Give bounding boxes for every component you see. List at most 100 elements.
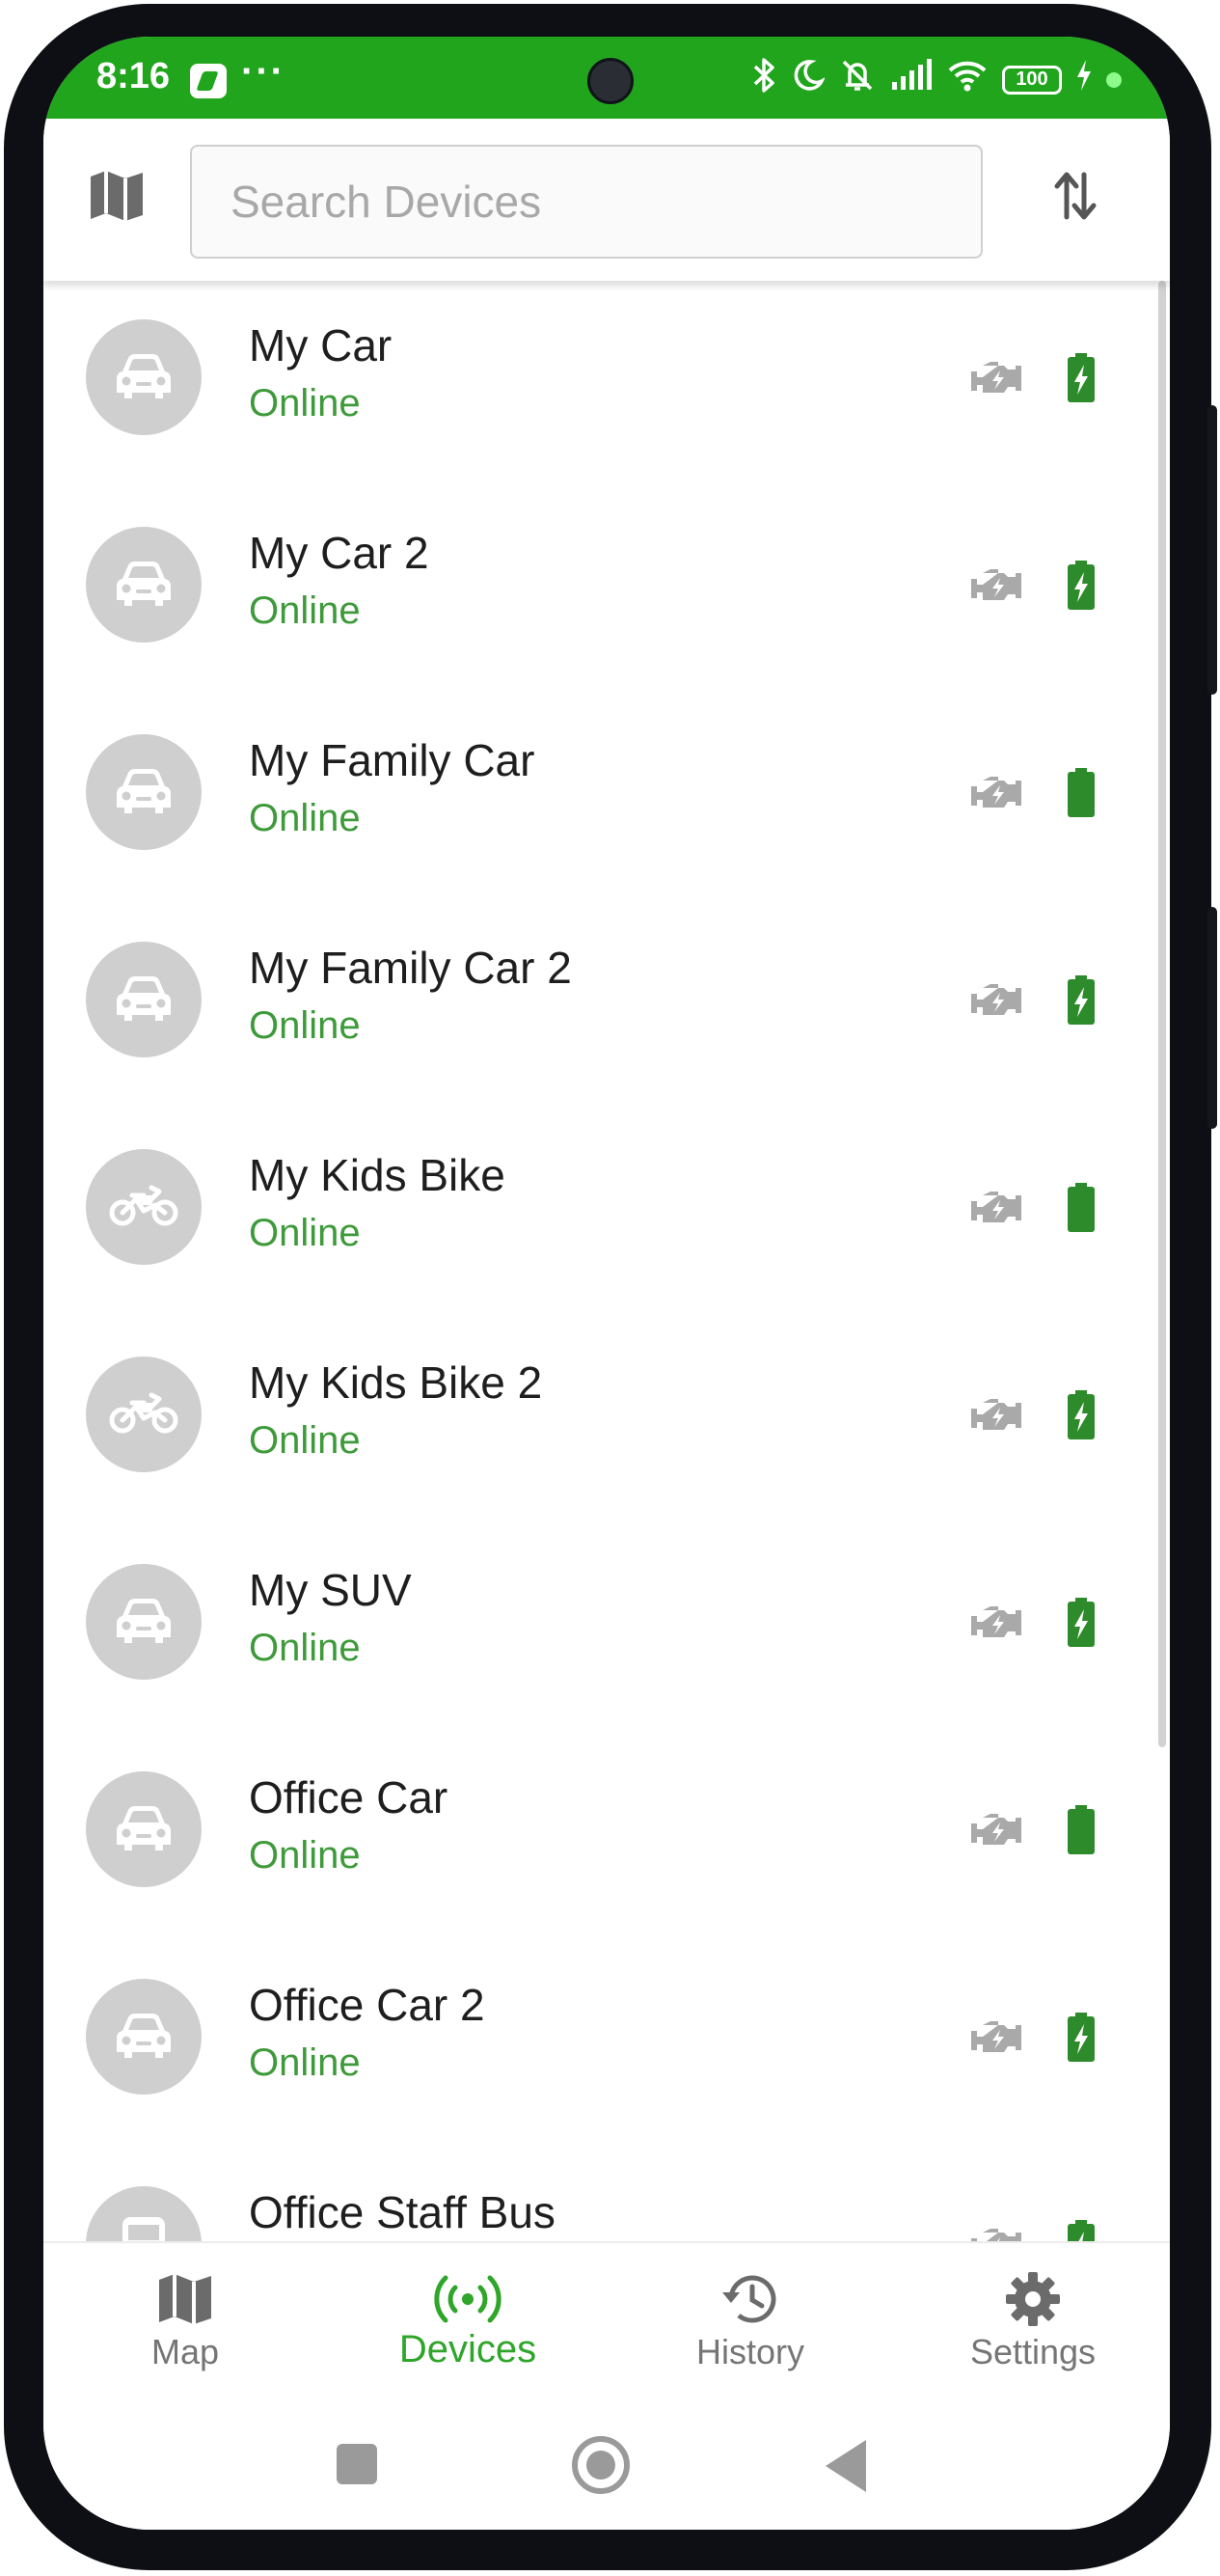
car-icon xyxy=(113,1802,175,1857)
car-icon xyxy=(113,1595,175,1650)
nav-map[interactable]: Map xyxy=(84,2243,286,2398)
device-name: Office Car xyxy=(249,1772,448,1822)
battery-charging-icon xyxy=(1067,1598,1096,1648)
motorcycle-icon xyxy=(107,1389,180,1440)
power-button xyxy=(1207,907,1217,1129)
nav-devices[interactable]: Devices xyxy=(366,2243,569,2398)
phone-frame: 8:16 ··· 100 Search Devices My Car Onlin… xyxy=(0,0,1220,2576)
car-icon xyxy=(113,973,175,1028)
status-icons: 100 xyxy=(749,58,1122,101)
battery-charging-icon xyxy=(1067,561,1096,611)
device-status: Online xyxy=(249,797,361,839)
engine-ignition-icon xyxy=(969,565,1027,606)
device-avatar xyxy=(86,1357,202,1472)
device-avatar xyxy=(86,1979,202,2095)
device-name: My Family Car 2 xyxy=(249,943,572,993)
do-not-disturb-moon-icon xyxy=(792,59,826,100)
battery-full-icon xyxy=(1067,1183,1096,1233)
charging-bolt-icon xyxy=(1075,60,1093,99)
back-button[interactable] xyxy=(826,2440,866,2492)
map-icon xyxy=(84,2270,286,2328)
system-navigation-bar xyxy=(43,2396,1170,2530)
sort-button[interactable] xyxy=(1037,157,1114,234)
nav-history-label: History xyxy=(695,2332,804,2371)
volume-button xyxy=(1207,405,1217,695)
nav-settings[interactable]: Settings xyxy=(932,2243,1134,2398)
device-status: Online xyxy=(249,1627,361,1669)
device-status: Online xyxy=(249,382,361,425)
device-row[interactable]: Office Car Online xyxy=(43,1733,1170,1940)
device-row[interactable]: My SUV Online xyxy=(43,1525,1170,1733)
device-row[interactable]: My Kids Bike Online xyxy=(43,1110,1170,1318)
device-row[interactable]: My Family Car Online xyxy=(43,696,1170,903)
map-view-button[interactable] xyxy=(78,157,155,234)
gear-icon xyxy=(932,2270,1134,2328)
silent-mode-icon xyxy=(838,58,877,101)
sort-arrows-icon xyxy=(1054,172,1097,220)
home-button[interactable] xyxy=(572,2436,630,2494)
search-devices-input[interactable] xyxy=(190,145,983,259)
car-icon xyxy=(113,350,175,405)
device-row[interactable]: My Car Online xyxy=(43,281,1170,488)
status-bar: 8:16 ··· 100 xyxy=(43,37,1170,119)
device-avatar xyxy=(86,1771,202,1887)
device-status: Online xyxy=(249,1004,361,1047)
engine-ignition-icon xyxy=(969,773,1027,813)
engine-ignition-icon xyxy=(969,1188,1027,1228)
status-time: 8:16 xyxy=(96,56,171,96)
front-camera xyxy=(587,58,634,104)
engine-ignition-icon xyxy=(969,2017,1027,2058)
top-app-bar xyxy=(43,119,1170,281)
bottom-navigation: Map Devices History Settings xyxy=(43,2241,1170,2398)
app-notification-icon xyxy=(190,64,227,98)
nav-map-label: Map xyxy=(150,2332,220,2371)
device-name: My Kids Bike 2 xyxy=(249,1357,543,1408)
device-name: My Kids Bike xyxy=(249,1150,505,1200)
device-name: My SUV xyxy=(249,1565,412,1615)
device-avatar xyxy=(86,319,202,435)
device-row[interactable]: My Kids Bike 2 Online xyxy=(43,1318,1170,1525)
device-avatar xyxy=(86,1564,202,1680)
battery-status-indicator: 100 xyxy=(1002,65,1062,95)
nav-history[interactable]: History xyxy=(649,2243,852,2398)
map-icon xyxy=(91,171,143,221)
engine-ignition-icon xyxy=(969,1395,1027,1436)
car-icon xyxy=(113,765,175,820)
history-icon xyxy=(649,2270,852,2328)
broadcast-icon xyxy=(366,2270,569,2328)
device-avatar xyxy=(86,734,202,850)
battery-full-icon xyxy=(1067,768,1096,818)
device-status: Online xyxy=(249,1419,361,1462)
bluetooth-icon xyxy=(749,58,778,101)
device-name: My Car 2 xyxy=(249,528,429,578)
device-row[interactable]: My Family Car 2 Online xyxy=(43,903,1170,1110)
scrollbar[interactable] xyxy=(1158,281,1166,1747)
device-name: My Family Car xyxy=(249,735,535,785)
device-name: Office Car 2 xyxy=(249,1980,485,2030)
battery-charging-icon xyxy=(1067,353,1096,403)
device-name: Office Staff Bus xyxy=(249,2187,556,2237)
battery-charging-icon xyxy=(1067,2013,1096,2063)
device-avatar xyxy=(86,1149,202,1265)
engine-ignition-icon xyxy=(969,1603,1027,1643)
device-name: My Car xyxy=(249,320,393,370)
engine-ignition-icon xyxy=(969,358,1027,398)
motorcycle-icon xyxy=(107,1182,180,1233)
wifi-icon xyxy=(946,59,989,100)
nav-settings-label: Settings xyxy=(969,2332,1097,2371)
signal-strength-icon xyxy=(890,59,933,100)
car-icon xyxy=(113,558,175,613)
device-list[interactable]: My Car Online My Car 2 Online My Family Car O… xyxy=(43,281,1170,2278)
battery-charging-icon xyxy=(1067,975,1096,1026)
recent-apps-button[interactable] xyxy=(337,2444,377,2484)
device-row[interactable]: My Car 2 Online xyxy=(43,488,1170,696)
screen: 8:16 ··· 100 Search Devices My Car Onlin… xyxy=(43,37,1170,2530)
engine-ignition-icon xyxy=(969,1810,1027,1850)
device-row[interactable]: Office Car 2 Online xyxy=(43,1940,1170,2148)
battery-full-icon xyxy=(1067,1805,1096,1855)
device-status: Online xyxy=(249,1212,361,1254)
device-avatar xyxy=(86,942,202,1057)
privacy-indicator-dot xyxy=(1106,71,1122,88)
engine-ignition-icon xyxy=(969,980,1027,1021)
battery-charging-icon xyxy=(1067,1390,1096,1440)
